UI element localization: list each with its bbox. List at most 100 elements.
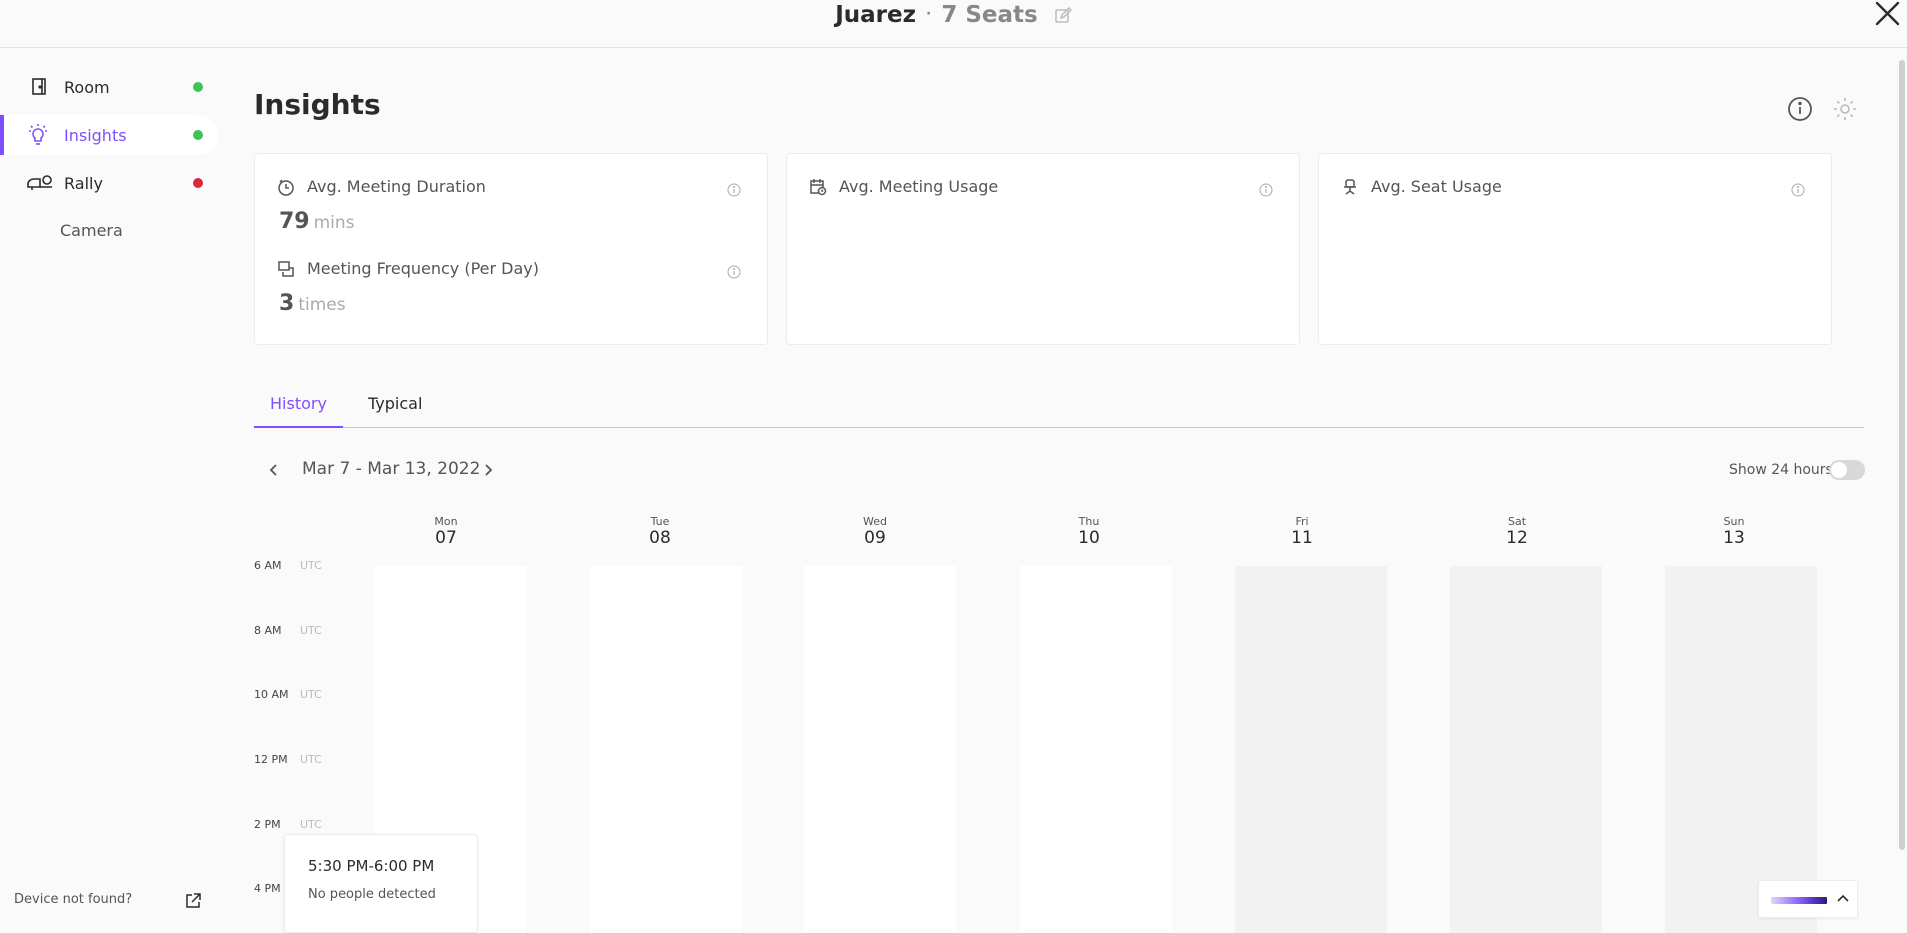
metric-value: 79 <box>279 209 310 234</box>
day-of-week: Mon <box>434 515 458 528</box>
meeting-frequency-value: 3 times <box>279 291 346 316</box>
sidebar: Room Insights Rally Camera Device not fo… <box>0 49 220 933</box>
camera-icon <box>26 172 52 194</box>
day-header-fri: Fri 11 <box>1226 515 1378 548</box>
room-title: Juarez · 7 Seats <box>0 0 1907 32</box>
day-number: 10 <box>1078 528 1100 548</box>
card-header: Avg. Meeting Usage <box>809 177 998 196</box>
card-label: Meeting Frequency (Per Day) <box>307 259 539 278</box>
sidebar-item-label: Insights <box>64 125 127 145</box>
legend-toggle[interactable] <box>1758 880 1858 918</box>
chat-icon <box>277 260 295 278</box>
card-header: Avg. Meeting Duration <box>277 177 486 196</box>
day-column-thu[interactable] <box>1020 566 1172 933</box>
meeting-duration-card: Avg. Meeting Duration 79 mins Meeting Fre… <box>254 153 768 345</box>
day-header-tue: Tue 08 <box>584 515 736 548</box>
day-header-wed: Wed 09 <box>799 515 951 548</box>
seat-usage-card: Avg. Seat Usage <box>1318 153 1832 345</box>
card-label: Avg. Seat Usage <box>1371 177 1502 196</box>
day-of-week: Sun <box>1723 515 1745 528</box>
day-of-week: Fri <box>1295 515 1309 528</box>
day-of-week: Tue <box>650 515 670 528</box>
title-separator: · <box>926 6 932 22</box>
timezone-label: UTC <box>300 559 322 572</box>
edit-icon[interactable] <box>1054 4 1072 32</box>
status-dot <box>193 178 203 188</box>
tooltip-time: 5:30 PM-6:00 PM <box>308 857 435 875</box>
day-header-sat: Sat 12 <box>1441 515 1593 548</box>
show-24-hours-toggle[interactable] <box>1829 460 1865 480</box>
toggle-knob <box>1831 462 1847 478</box>
previous-week-icon[interactable] <box>264 460 284 480</box>
door-icon <box>26 76 50 98</box>
day-column-fri[interactable] <box>1235 566 1387 933</box>
sidebar-item-room[interactable]: Room <box>0 67 218 107</box>
timezone-label: UTC <box>300 818 322 831</box>
time-label: 12 PM <box>254 753 288 766</box>
day-number: 12 <box>1506 528 1528 548</box>
day-number: 08 <box>649 528 671 548</box>
day-column-sun[interactable] <box>1665 566 1817 933</box>
card-label: Avg. Meeting Usage <box>839 177 999 196</box>
day-header-sun: Sun 13 <box>1658 515 1810 548</box>
time-label: 10 AM <box>254 688 289 701</box>
day-number: 11 <box>1291 528 1313 548</box>
info-icon[interactable] <box>727 182 741 197</box>
scrollbar[interactable] <box>1899 60 1905 850</box>
seat-count: 7 Seats <box>941 2 1038 28</box>
status-dot <box>193 130 203 140</box>
day-column-tue[interactable] <box>590 566 742 933</box>
metric-unit: times <box>298 295 346 315</box>
card-header: Meeting Frequency (Per Day) <box>277 259 539 278</box>
close-icon[interactable] <box>1873 0 1901 28</box>
meeting-duration-value: 79 mins <box>279 209 355 234</box>
chair-icon <box>1341 178 1359 196</box>
clock-icon <box>277 178 295 196</box>
day-number: 09 <box>864 528 886 548</box>
info-icon[interactable] <box>1259 182 1273 197</box>
external-link-icon[interactable] <box>184 892 202 910</box>
card-label: Avg. Meeting Duration <box>307 177 486 196</box>
date-range: Mar 7 - Mar 13, 2022 <box>302 459 481 479</box>
sidebar-item-insights[interactable]: Insights <box>0 115 218 155</box>
occupancy-legend-bar <box>1771 897 1827 904</box>
lightbulb-icon <box>26 124 50 146</box>
view-tabs: History Typical <box>254 390 1864 428</box>
header: Juarez · 7 Seats <box>0 0 1907 48</box>
meeting-usage-card: Avg. Meeting Usage <box>786 153 1300 345</box>
metric-value: 3 <box>279 291 295 316</box>
info-icon[interactable] <box>727 264 741 279</box>
status-dot <box>193 82 203 92</box>
day-of-week: Thu <box>1078 515 1100 528</box>
metric-unit: mins <box>313 213 355 233</box>
tooltip-message: No people detected <box>308 887 436 902</box>
chevron-up-icon <box>1835 891 1851 907</box>
sidebar-item-camera[interactable]: Camera <box>60 221 123 240</box>
gear-icon[interactable] <box>1832 96 1858 122</box>
tab-history[interactable]: History <box>254 394 343 428</box>
sidebar-item-label: Rally <box>64 173 103 193</box>
day-header-mon: Mon 07 <box>370 515 522 548</box>
day-number: 07 <box>435 528 457 548</box>
card-header: Avg. Seat Usage <box>1341 177 1502 196</box>
device-not-found-link[interactable]: Device not found? <box>14 892 132 907</box>
timezone-label: UTC <box>300 688 322 701</box>
day-of-week: Wed <box>863 515 887 528</box>
next-week-icon[interactable] <box>478 460 498 480</box>
room-name: Juarez <box>835 2 917 28</box>
time-label: 4 PM <box>254 882 281 895</box>
day-column-sat[interactable] <box>1450 566 1602 933</box>
time-label: 6 AM <box>254 559 282 572</box>
show-24-hours-label: Show 24 hours <box>1729 462 1833 478</box>
info-icon[interactable] <box>1787 96 1813 122</box>
day-column-wed[interactable] <box>804 566 956 933</box>
day-of-week: Sat <box>1507 515 1527 528</box>
page-title: Insights <box>254 88 381 121</box>
info-icon[interactable] <box>1791 182 1805 197</box>
tab-typical[interactable]: Typical <box>352 394 438 428</box>
slot-tooltip: 5:30 PM-6:00 PM No people detected <box>284 834 478 933</box>
sidebar-item-rally[interactable]: Rally <box>0 163 218 203</box>
timezone-label: UTC <box>300 624 322 637</box>
calendar-icon <box>809 178 827 196</box>
day-header-thu: Thu 10 <box>1013 515 1165 548</box>
